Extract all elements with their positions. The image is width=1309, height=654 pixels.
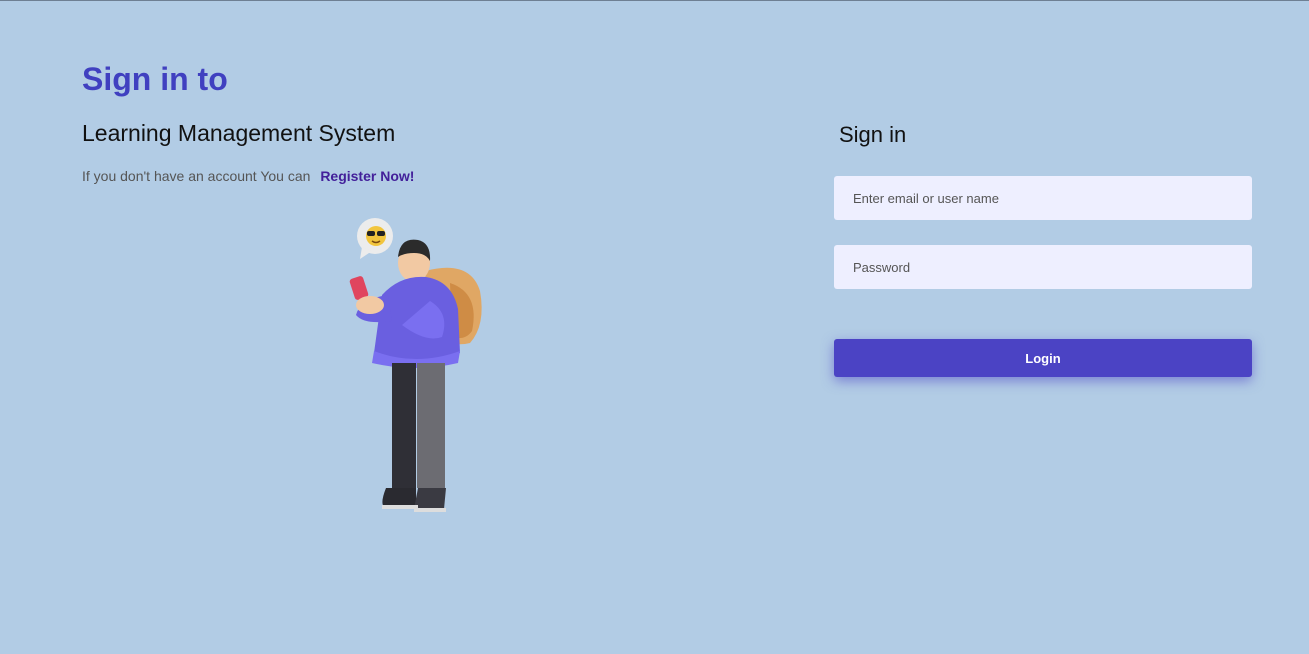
page-subtitle: Learning Management System xyxy=(82,120,396,146)
register-prompt-text: If you don't have an account You can xyxy=(82,168,311,184)
register-prompt: If you don't have an account You can Reg… xyxy=(82,168,414,184)
page-title: Sign in to xyxy=(82,61,228,97)
person-with-phone-illustration xyxy=(349,218,482,512)
password-input[interactable] xyxy=(834,245,1252,289)
speech-bubble-icon xyxy=(357,218,393,259)
email-input[interactable] xyxy=(834,176,1252,220)
register-link[interactable]: Register Now! xyxy=(320,168,414,184)
login-button[interactable]: Login xyxy=(834,339,1252,377)
signin-title: Sign in xyxy=(839,122,907,147)
